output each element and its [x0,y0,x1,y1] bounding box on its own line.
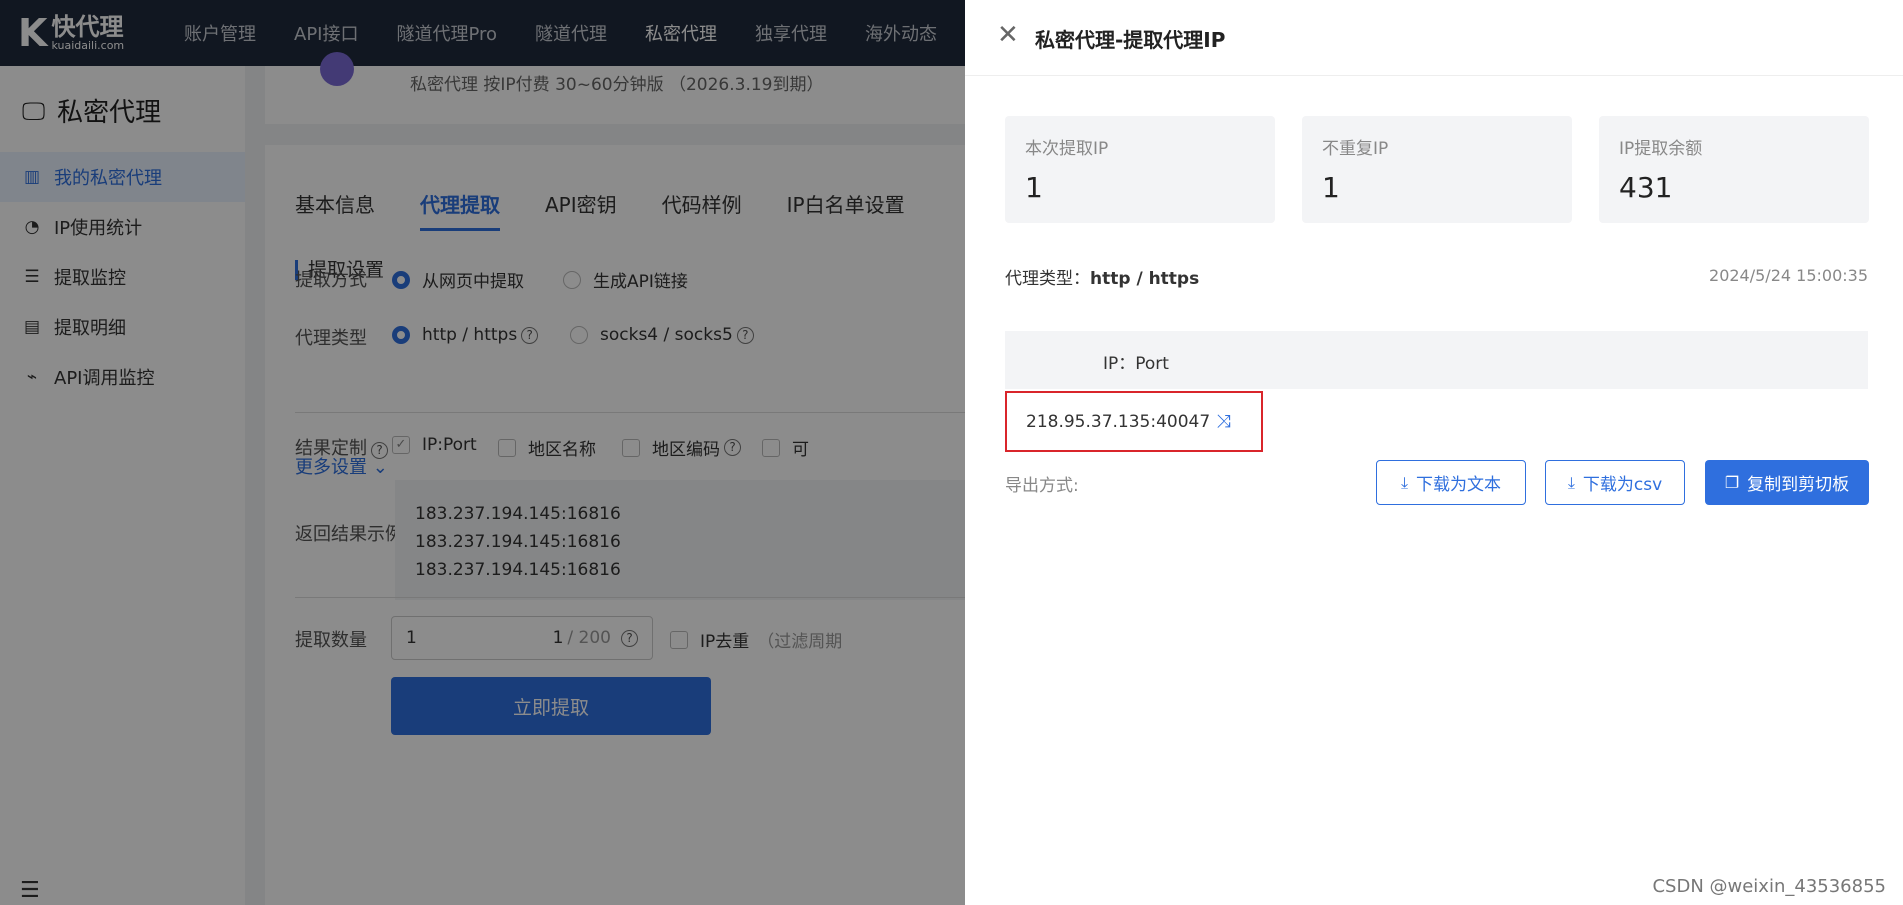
modal-overlay[interactable] [0,0,965,905]
download-icon: ⤓ [1400,472,1409,492]
copy-icon: ❐ [1724,473,1740,492]
export-label: 导出方式: [1005,476,1079,496]
stat-label: IP提取余额 [1619,139,1703,159]
download-icon: ⤓ [1567,472,1575,492]
column-header-ip-port: IP：Port [1103,354,1169,374]
drawer-title: 私密代理-提取代理IP [1035,28,1226,52]
stat-label: 本次提取IP [1025,139,1109,159]
extract-drawer: ✕ 私密代理-提取代理IP 本次提取IP 1 不重复IP 1 IP提取余额 43… [965,0,1903,905]
table-row[interactable]: 218.95.37.135:40047 ⤨ [1005,391,1263,452]
stat-value: 431 [1619,171,1673,204]
download-text-button[interactable]: ⤓ 下载为文本 [1376,460,1526,505]
stat-label: 不重复IP [1322,139,1389,159]
stat-balance: IP提取余额 431 [1599,116,1869,223]
close-icon[interactable]: ✕ [997,22,1019,48]
shuffle-icon[interactable]: ⤨ [1216,411,1230,432]
proxy-type-info: 代理类型：http / https [1005,264,1199,289]
download-csv-button[interactable]: ⤓ 下载为csv [1545,460,1685,505]
timestamp: 2024/5/24 15:00:35 [1709,266,1868,285]
proxy-type-value: http / https [1090,269,1200,289]
stat-extracted: 本次提取IP 1 [1005,116,1275,223]
stat-value: 1 [1025,171,1043,204]
table-header: IP：Port [1005,331,1868,389]
stat-unique: 不重复IP 1 [1302,116,1572,223]
watermark: CSDN @weixin_43536855 [1652,876,1886,897]
proxy-type-label: 代理类型： [1005,269,1090,289]
stat-value: 1 [1322,171,1340,204]
copy-clipboard-button[interactable]: ❐ 复制到剪切板 [1705,460,1869,505]
ip-value: 218.95.37.135:40047 [1026,411,1211,432]
drawer-header: ✕ 私密代理-提取代理IP [965,0,1903,76]
